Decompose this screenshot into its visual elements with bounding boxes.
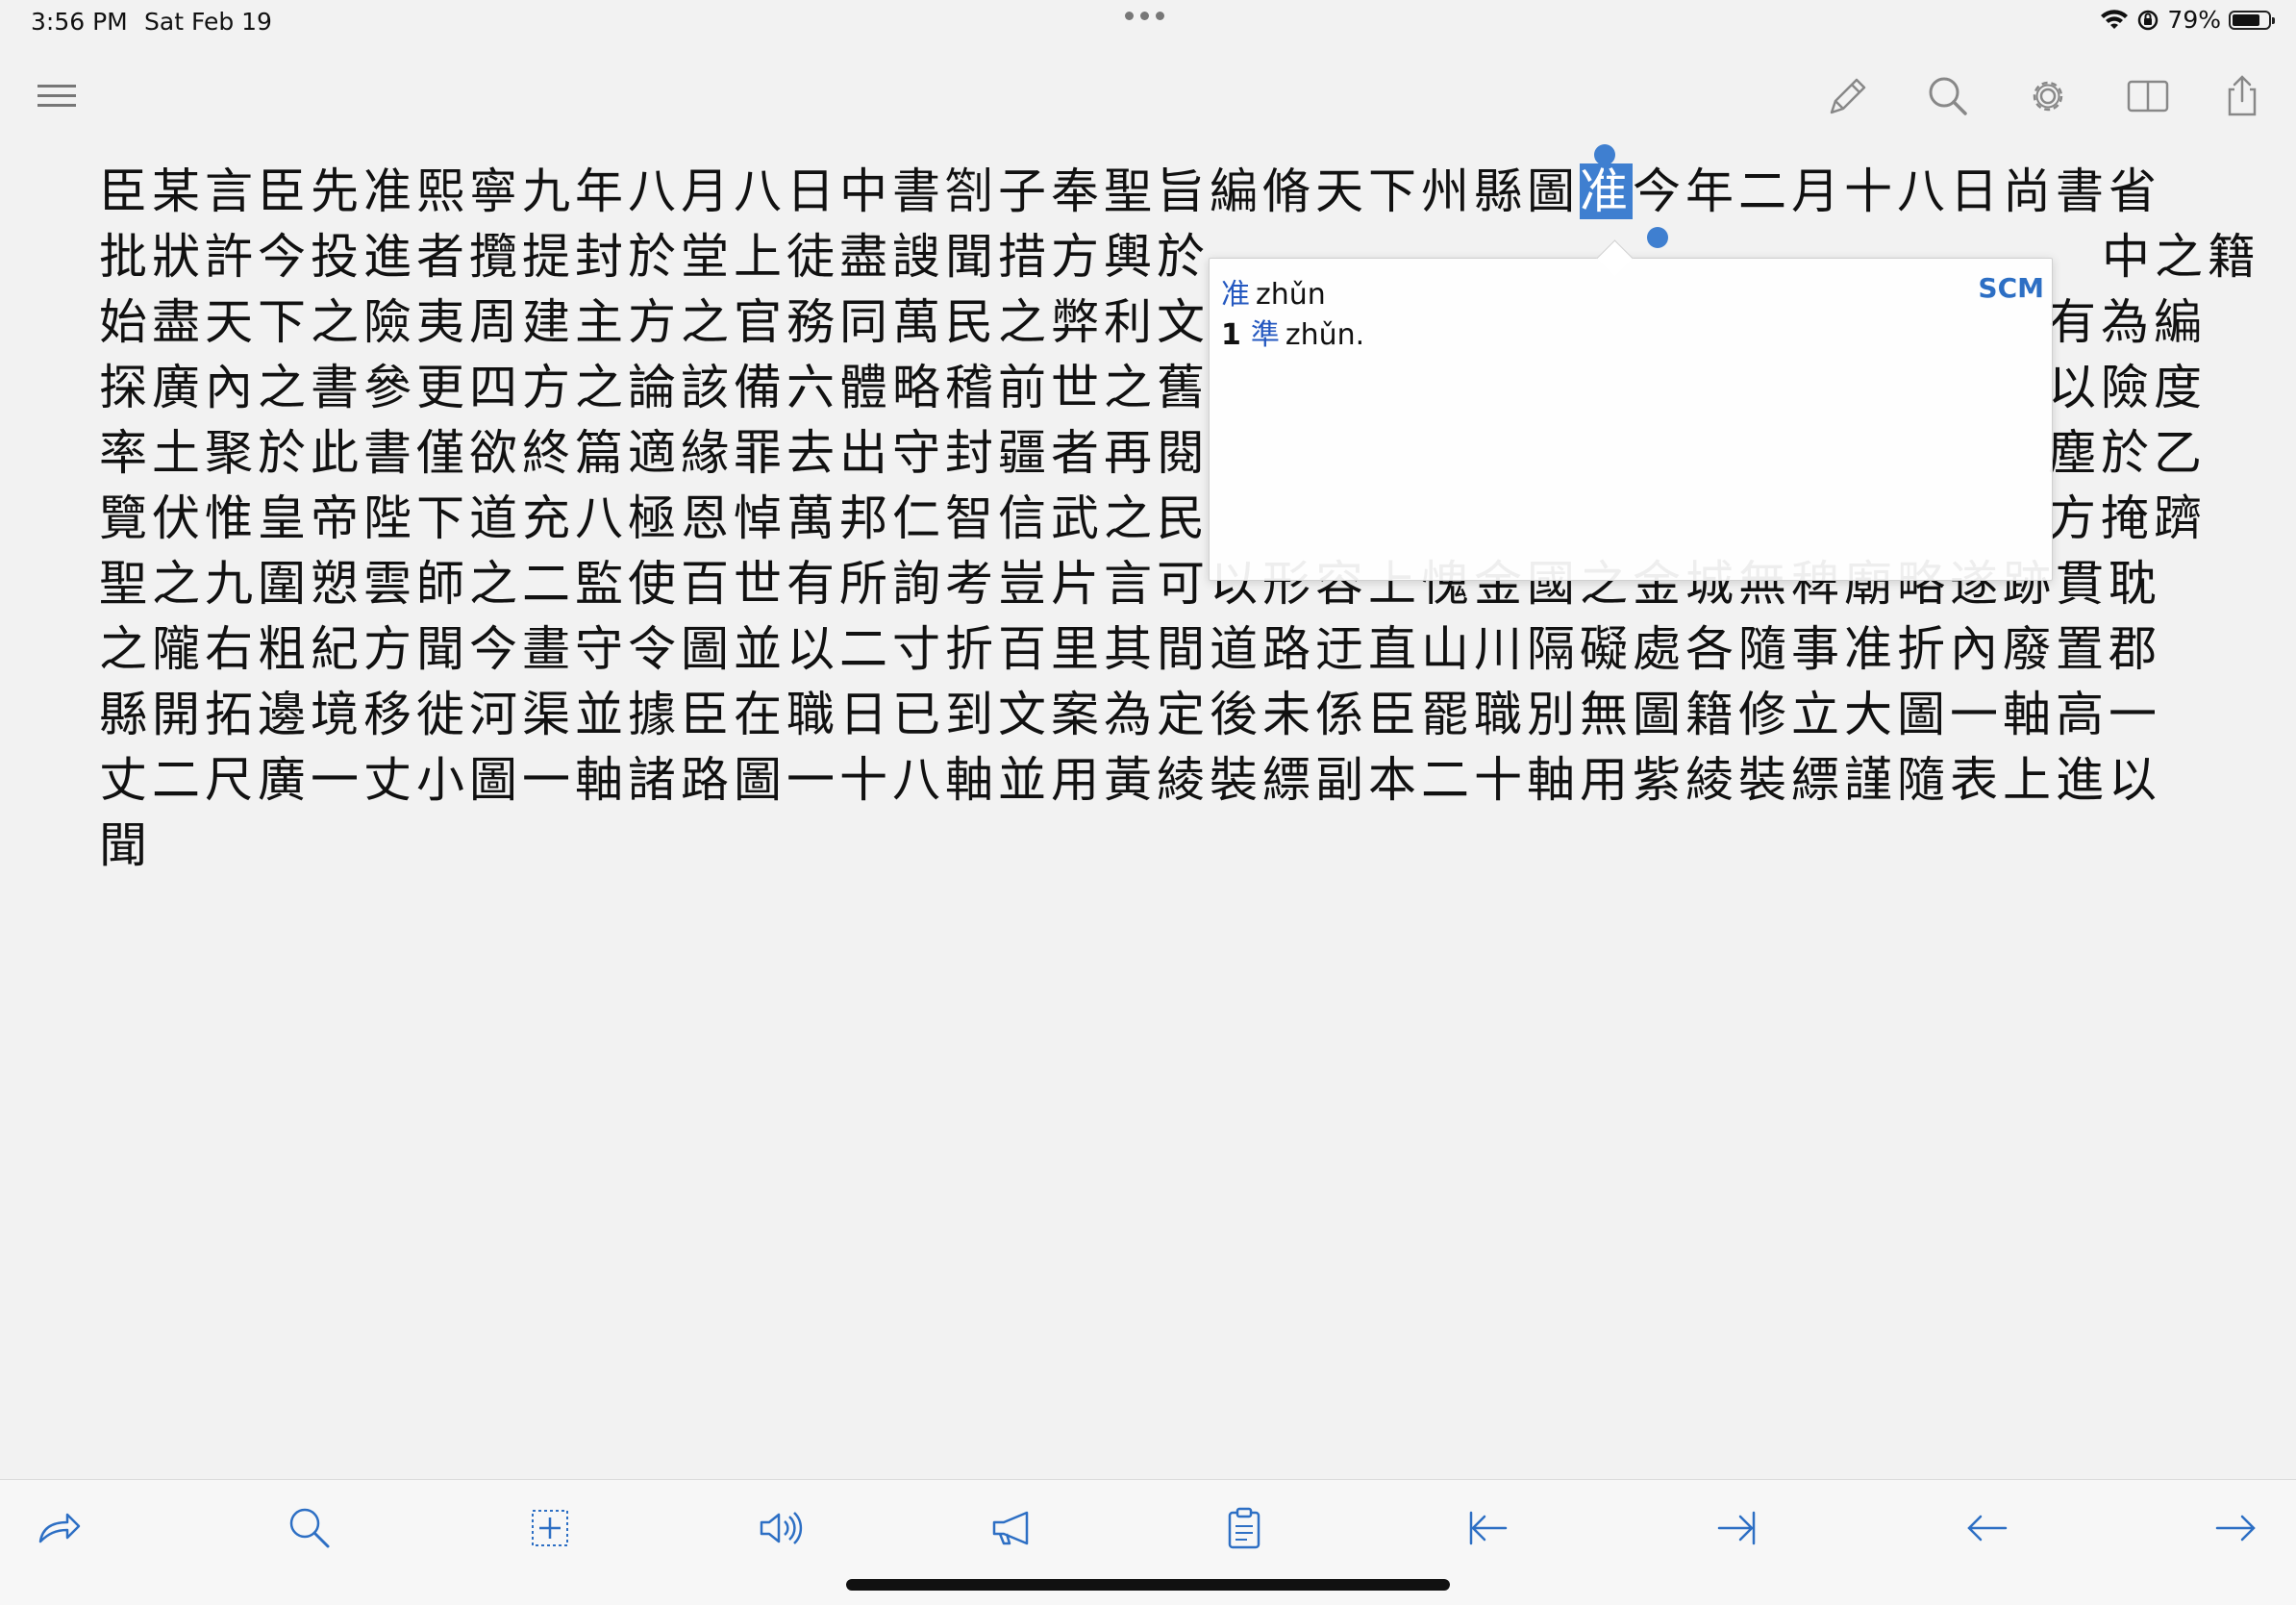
dictionary-name[interactable]: SCM [1978,272,2044,304]
forward-icon[interactable] [31,1499,88,1557]
text-line[interactable]: 丈二尺廣一丈小圖一軸諸路圖一十八軸並用黃綾裝縹副本二十軸用紫綾裝縹謹隨表上進以 [99,747,2205,813]
popup-definition: 1 準 zhǔn. [1221,311,1364,353]
share-icon[interactable] [2213,67,2271,125]
status-date: Sat Feb 19 [144,8,272,36]
search-icon[interactable] [1919,67,1977,125]
definition-number: 1 [1221,318,1241,352]
dictionary-popup[interactable]: 准 zhǔn SCM 1 準 zhǔn. [1209,258,2053,581]
battery-icon [2229,10,2275,30]
text-line[interactable]: 聞 [99,813,2205,878]
status-time: 3:56 PM [31,8,128,36]
clipboard-icon[interactable] [1215,1499,1273,1557]
gear-icon[interactable] [2019,67,2077,125]
text-line[interactable]: 臣某言臣先准熙寧九年八月八日中書劄子奉聖旨編脩天下州縣圖准今年二月十八日尚書省 [99,159,2205,224]
status-bar: 3:56 PM Sat Feb 19 79% [0,0,2296,46]
text-line[interactable]: 之隴右粗紀方聞今畫守令圖並以二寸折百里其間道路迂直山川隔礙處各隨事准折內廢置郡 [99,616,2205,682]
menu-icon[interactable] [35,77,83,115]
top-toolbar [0,58,2296,135]
multitasking-dots-icon[interactable] [1125,12,1164,20]
orientation-lock-icon [2138,10,2159,30]
pencil-icon[interactable] [1819,67,1877,125]
book-icon[interactable] [2119,67,2177,125]
arrow-left-icon[interactable] [1958,1499,2015,1557]
selection-handle-end[interactable] [1647,227,1668,248]
search-icon[interactable] [281,1499,338,1557]
wifi-icon [2101,9,2129,29]
popup-headword: 准 [1221,278,1250,312]
status-right: 79% [2100,6,2275,34]
arrow-right-icon[interactable] [2208,1499,2265,1557]
text-line[interactable]: 縣開拓邊境移徙河渠並據臣在職日已到文案為定後未係臣罷職別無圖籍修立大圖一軸高一 [99,682,2205,747]
speaker-icon[interactable] [752,1499,810,1557]
home-indicator[interactable] [846,1579,1450,1591]
add-box-icon[interactable] [521,1499,579,1557]
popup-pinyin: zhǔn [1256,278,1326,312]
megaphone-icon[interactable] [983,1499,1040,1557]
skip-end-icon[interactable] [1708,1499,1765,1557]
popup-header: 准 zhǔn [1221,270,1326,313]
selection-handle-start[interactable] [1594,144,1615,183]
skip-start-icon[interactable] [1460,1499,1517,1557]
definition-pinyin: zhǔn. [1285,318,1365,352]
battery-percentage: 79% [2167,6,2221,34]
definition-hanzi[interactable]: 準 [1251,318,1280,352]
